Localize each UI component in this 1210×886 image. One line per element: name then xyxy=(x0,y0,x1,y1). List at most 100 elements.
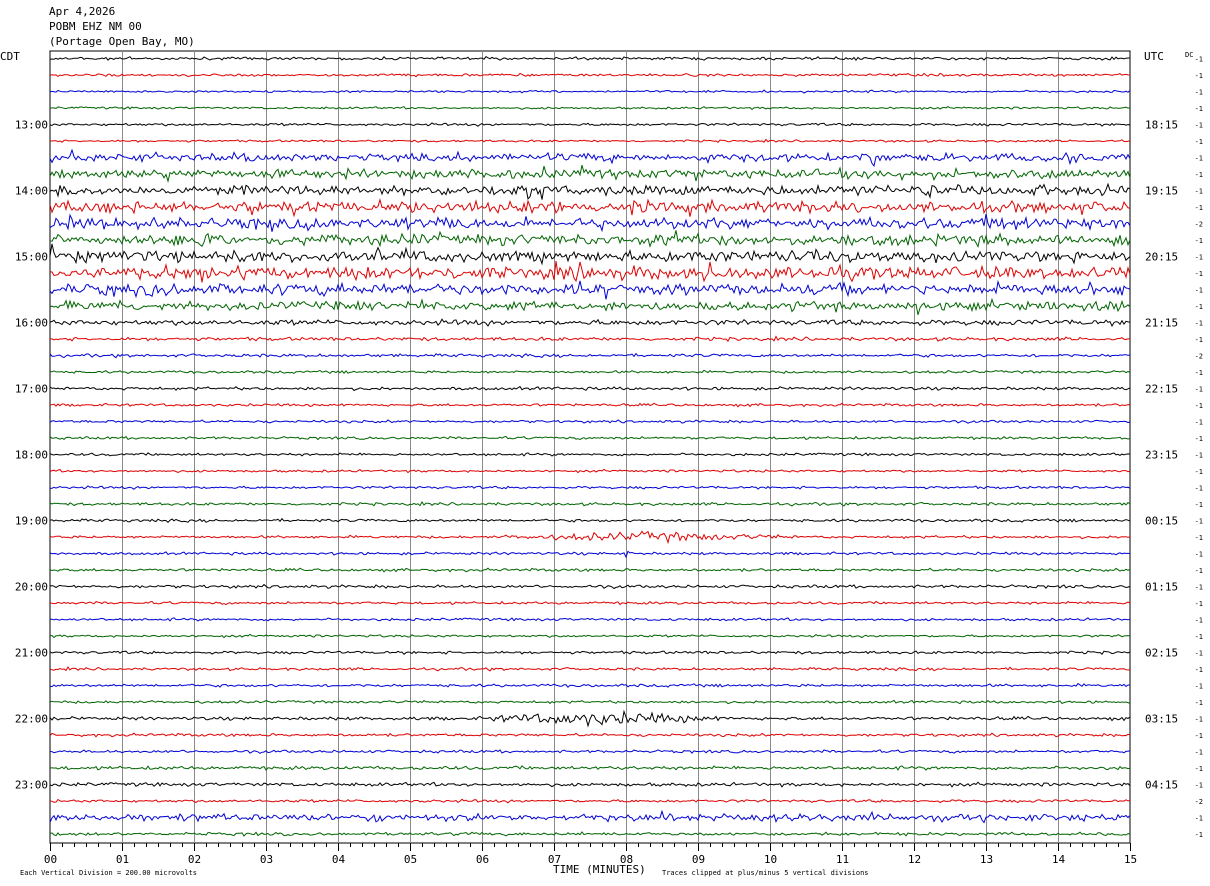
trace-row-32 xyxy=(49,583,1131,590)
trace-row-42 xyxy=(49,749,1131,754)
x-tick-label-01: 01 xyxy=(116,853,129,866)
right-time-label: 22:15 xyxy=(1145,383,1178,396)
dc-offset-label: -1 xyxy=(1195,534,1203,542)
trace-row-23 xyxy=(49,435,1131,441)
dc-offset-label: -1 xyxy=(1195,732,1203,740)
trace-row-1 xyxy=(49,72,1131,78)
dc-offset-label: -1 xyxy=(1195,633,1203,641)
trace-row-47 xyxy=(49,831,1131,837)
dc-offset-label: -1 xyxy=(1195,287,1203,295)
left-time-label: 23:00 xyxy=(15,779,48,792)
dc-offset-label: -1 xyxy=(1195,468,1203,476)
left-tz-label: CDT xyxy=(0,50,20,63)
x-tick-label-00: 00 xyxy=(44,853,57,866)
trace-row-19 xyxy=(49,369,1131,375)
dc-offset-label: -1 xyxy=(1195,204,1203,212)
dc-offset-label: -1 xyxy=(1195,452,1203,460)
trace-row-16 xyxy=(49,318,1131,327)
trace-row-41 xyxy=(49,732,1131,738)
right-time-label: 00:15 xyxy=(1145,515,1178,528)
seismic-traces xyxy=(49,56,1131,837)
dc-offset-label: -1 xyxy=(1195,782,1203,790)
trace-row-5 xyxy=(49,138,1131,143)
x-tick-label-04: 04 xyxy=(332,853,346,866)
right-time-label: 18:15 xyxy=(1145,119,1178,132)
dc-offset-label: -1 xyxy=(1195,518,1203,526)
dc-offset-label: -1 xyxy=(1195,188,1203,196)
dc-offset-label: -2 xyxy=(1195,353,1203,361)
dc-offset-label: -1 xyxy=(1195,56,1203,64)
trace-row-26 xyxy=(49,485,1131,490)
dc-offset-label: -1 xyxy=(1195,386,1203,394)
trace-row-33 xyxy=(49,600,1131,606)
dc-offset-label: -1 xyxy=(1195,72,1203,80)
dc-offset-label: -2 xyxy=(1195,221,1203,229)
dc-offset-label: -1 xyxy=(1195,402,1203,410)
x-tick-label-03: 03 xyxy=(260,853,273,866)
right-time-label: 21:15 xyxy=(1145,317,1178,330)
dc-offset-label: -1 xyxy=(1195,369,1203,377)
dc-offset-label: -1 xyxy=(1195,89,1203,97)
right-time-label: 02:15 xyxy=(1145,647,1178,660)
right-time-label: 23:15 xyxy=(1145,449,1178,462)
trace-row-18 xyxy=(49,352,1131,359)
x-tick-label-11: 11 xyxy=(836,853,849,866)
dc-offset-label: -1 xyxy=(1195,501,1203,509)
dc-offset-label: -1 xyxy=(1195,567,1203,575)
trace-row-38 xyxy=(49,682,1130,688)
x-tick-label-15: 15 xyxy=(1124,853,1137,866)
dc-offset-label: -1 xyxy=(1195,155,1203,163)
dc-label: DC xyxy=(1185,51,1193,59)
left-time-label: 20:00 xyxy=(15,581,48,594)
right-tz-label: UTC xyxy=(1144,50,1164,63)
trace-row-9 xyxy=(49,197,1131,218)
trace-row-0 xyxy=(49,56,1130,62)
trace-row-45 xyxy=(49,798,1131,804)
trace-row-22 xyxy=(49,419,1131,424)
dc-offset-label: -1 xyxy=(1195,105,1203,113)
x-tick-label-14: 14 xyxy=(1052,853,1066,866)
dc-offset-label: -1 xyxy=(1195,171,1203,179)
x-tick-label-13: 13 xyxy=(980,853,993,866)
right-time-label: 20:15 xyxy=(1145,251,1178,264)
trace-row-29 xyxy=(49,530,1131,545)
dc-offset-label: -1 xyxy=(1195,765,1203,773)
left-time-label: 18:00 xyxy=(15,449,48,462)
trace-row-20 xyxy=(49,385,1131,392)
right-time-label: 04:15 xyxy=(1145,779,1178,792)
trace-row-35 xyxy=(49,633,1131,639)
dc-offset-label: -1 xyxy=(1195,650,1203,658)
trace-row-2 xyxy=(49,89,1131,94)
plot-frame xyxy=(49,50,1131,844)
trace-row-12 xyxy=(49,243,1131,266)
footer-left: Each Vertical Division = 200.00 microvol… xyxy=(20,869,197,877)
trace-row-44 xyxy=(49,781,1131,788)
dc-offset-label: -1 xyxy=(1195,683,1203,691)
dc-offset-label: -1 xyxy=(1195,551,1203,559)
dc-offset-label: -1 xyxy=(1195,617,1203,625)
trace-row-27 xyxy=(49,501,1131,507)
x-tick-label-06: 06 xyxy=(476,853,489,866)
trace-row-36 xyxy=(49,650,1131,656)
trace-row-10 xyxy=(49,213,1131,233)
left-time-label: 22:00 xyxy=(15,713,48,726)
dc-offset-label: -2 xyxy=(1195,798,1203,806)
left-time-label: 21:00 xyxy=(15,647,48,660)
left-time-label: 16:00 xyxy=(15,317,48,330)
trace-row-37 xyxy=(49,666,1130,672)
dc-offset-label: -1 xyxy=(1195,122,1203,130)
dc-offset-label: -1 xyxy=(1195,237,1203,245)
x-tick-label-05: 05 xyxy=(404,853,417,866)
trace-row-28 xyxy=(49,517,1131,523)
right-time-label: 03:15 xyxy=(1145,713,1178,726)
dc-offset-label: -1 xyxy=(1195,831,1203,839)
dc-offset-label: -1 xyxy=(1195,303,1203,311)
dc-offset-label: -1 xyxy=(1195,699,1203,707)
dc-offset-label: -1 xyxy=(1195,749,1203,757)
left-time-label: 17:00 xyxy=(15,383,48,396)
trace-row-43 xyxy=(49,765,1131,771)
right-time-label: 01:15 xyxy=(1145,581,1178,594)
footer-right: Traces clipped at plus/minus 5 vertical … xyxy=(662,869,869,877)
trace-row-46 xyxy=(49,809,1131,824)
trace-row-21 xyxy=(50,402,1131,408)
